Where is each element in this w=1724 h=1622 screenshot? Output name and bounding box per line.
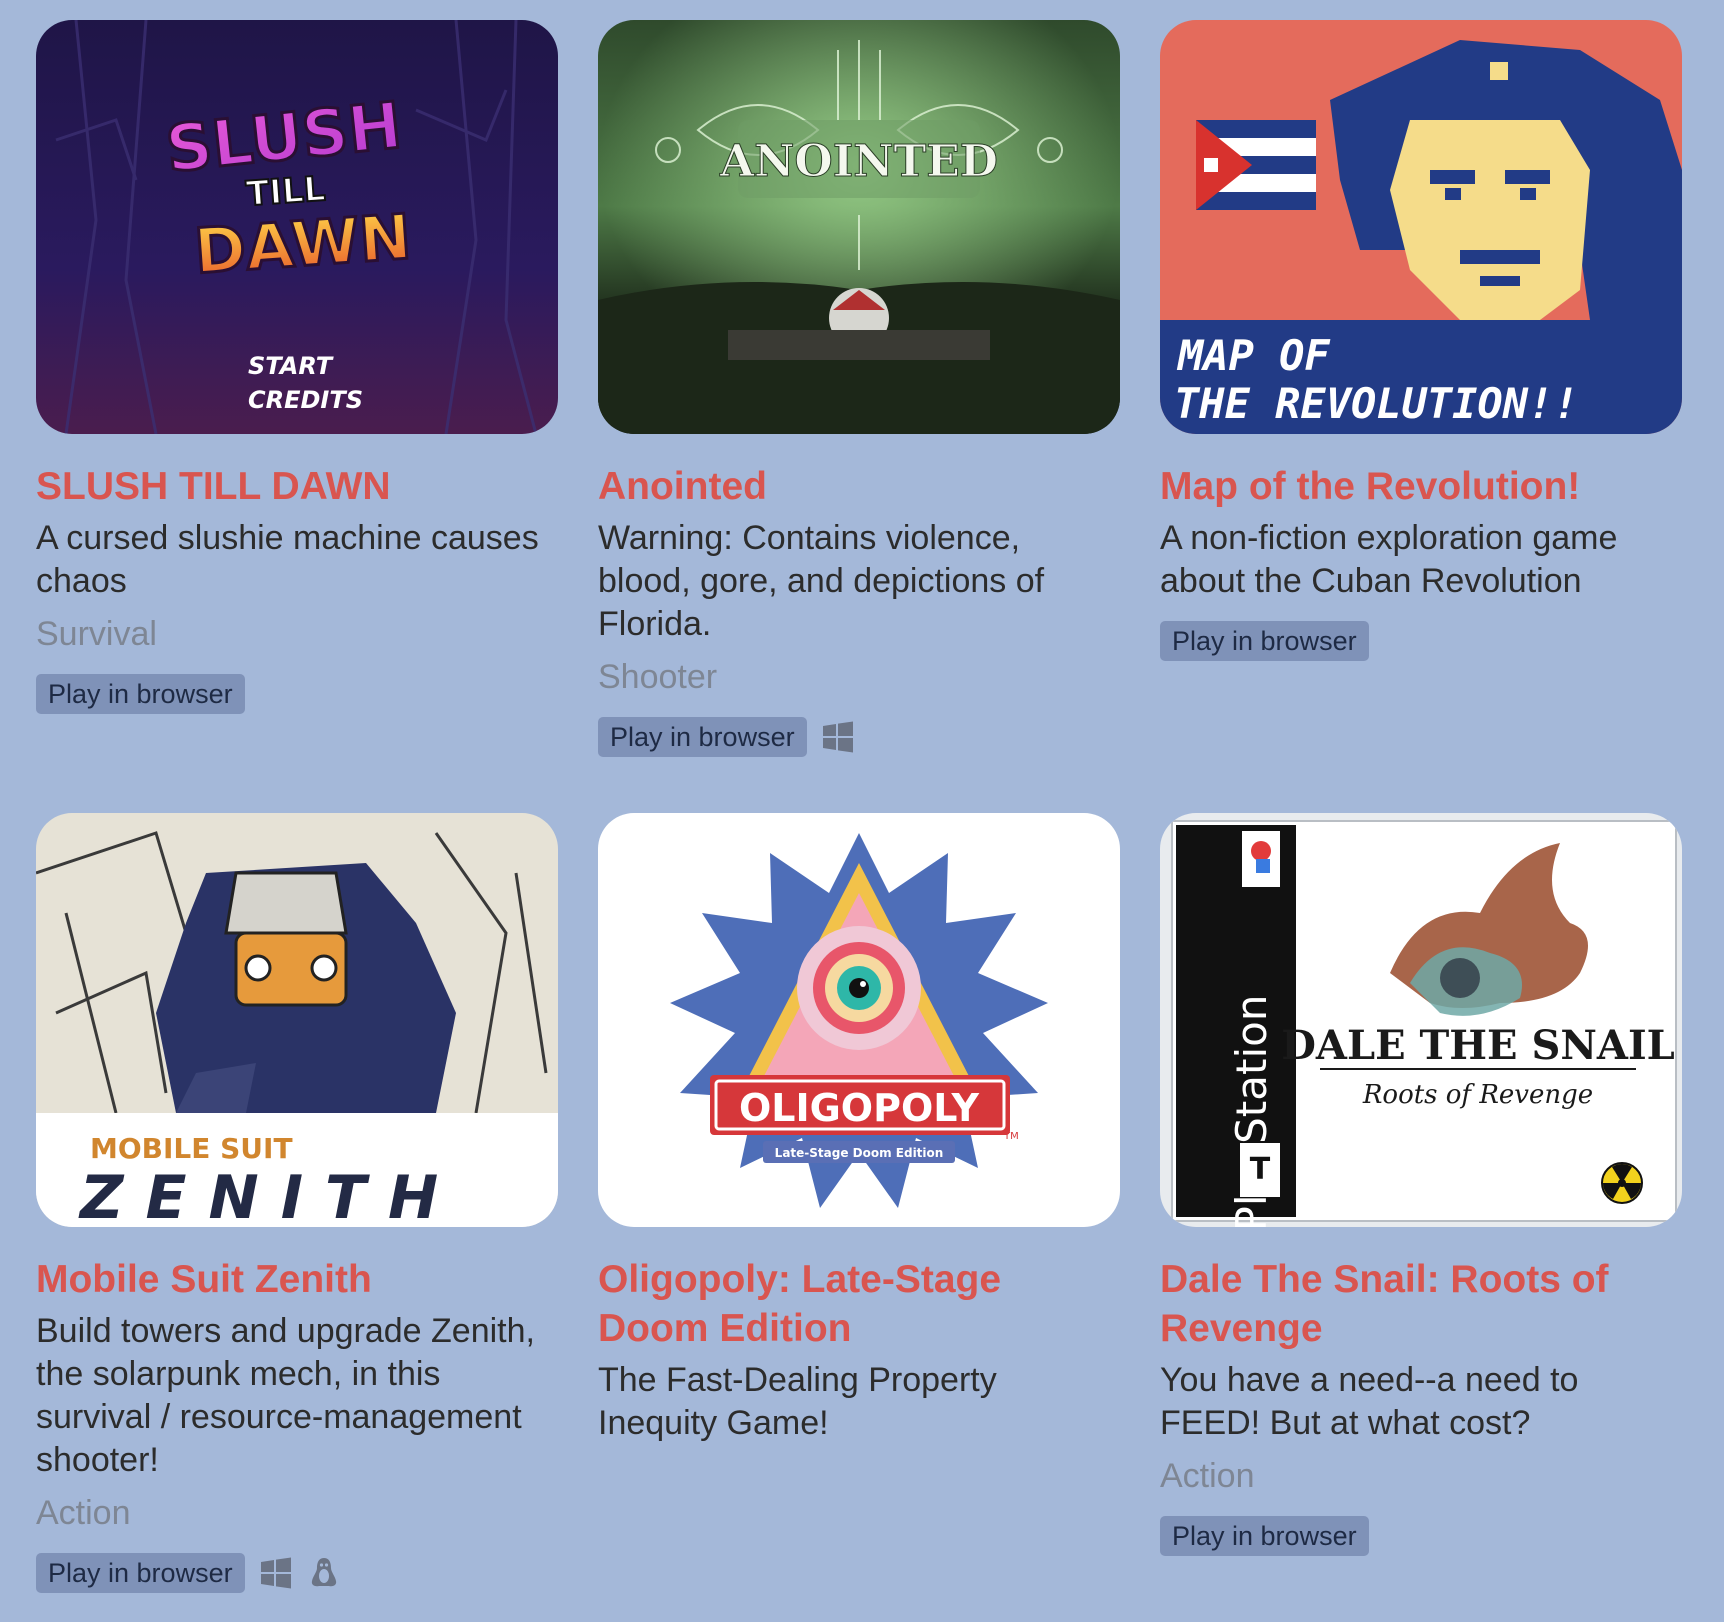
game-card: PlayStation T DALE THE SNAIL Roots of Re… <box>1160 813 1682 1556</box>
game-card: MAP OF THE REVOLUTION!! Map of the Revol… <box>1160 20 1682 661</box>
game-genre[interactable]: Shooter <box>598 656 1120 699</box>
game-thumbnail[interactable]: PlayStation T DALE THE SNAIL Roots of Re… <box>1160 813 1682 1227</box>
svg-text:DAWN: DAWN <box>192 200 414 288</box>
svg-text:TM: TM <box>1003 1131 1019 1142</box>
windows-icon <box>260 1557 291 1589</box>
platform-row: Play in browser <box>36 1553 558 1593</box>
linux-icon <box>311 1558 336 1587</box>
game-thumbnail[interactable]: MOBILE SUIT ZENITH <box>36 813 558 1227</box>
play-in-browser-button[interactable]: Play in browser <box>1160 621 1369 661</box>
cover-image: ANOINTED <box>598 20 1120 434</box>
platform-row: Play in browser <box>1160 621 1682 661</box>
game-genre[interactable]: Action <box>36 1492 558 1535</box>
game-description: The Fast-Dealing Property Inequity Game! <box>598 1361 997 1442</box>
svg-text:CREDITS: CREDITS <box>248 386 363 414</box>
game-grid: SLUSH TILL DAWN START CREDITS SLUSH TILL… <box>36 20 1682 1620</box>
game-card: OLIGOPOLY Late-Stage Doom Edition TM Oli… <box>598 813 1120 1445</box>
game-thumbnail[interactable]: ANOINTED <box>598 20 1120 434</box>
game-description: Build towers and upgrade Zenith, the sol… <box>36 1312 535 1479</box>
play-in-browser-button[interactable]: Play in browser <box>598 717 807 757</box>
svg-text:T: T <box>1250 1152 1271 1187</box>
game-thumbnail[interactable]: SLUSH TILL DAWN START CREDITS <box>36 20 558 434</box>
play-in-browser-button[interactable]: Play in browser <box>1160 1516 1369 1556</box>
cover-image: MAP OF THE REVOLUTION!! <box>1160 20 1682 434</box>
platform-row: Play in browser <box>1160 1516 1682 1556</box>
svg-text:ANOINTED: ANOINTED <box>719 136 998 187</box>
game-description: You have a need--a need to FEED! But at … <box>1160 1361 1579 1442</box>
cover-image: PlayStation T DALE THE SNAIL Roots of Re… <box>1160 813 1682 1227</box>
game-title[interactable]: SLUSH TILL DAWN <box>36 462 558 511</box>
game-thumbnail[interactable]: OLIGOPOLY Late-Stage Doom Edition TM <box>598 813 1120 1227</box>
platform-row: Play in browser <box>598 717 1120 757</box>
game-title[interactable]: Anointed <box>598 462 1120 511</box>
platform-row: Play in browser <box>36 674 558 714</box>
svg-text:MOBILE SUIT: MOBILE SUIT <box>90 1132 293 1165</box>
svg-text:THE REVOLUTION!!: THE REVOLUTION!! <box>1174 379 1579 428</box>
game-title[interactable]: Oligopoly: Late-Stage Doom Edition <box>598 1255 1120 1353</box>
cover-image: MOBILE SUIT ZENITH <box>36 813 558 1227</box>
game-card: SLUSH TILL DAWN START CREDITS SLUSH TILL… <box>36 20 558 714</box>
game-title[interactable]: Mobile Suit Zenith <box>36 1255 558 1304</box>
play-in-browser-button[interactable]: Play in browser <box>36 674 245 714</box>
game-title[interactable]: Map of the Revolution! <box>1160 462 1682 511</box>
game-thumbnail[interactable]: MAP OF THE REVOLUTION!! <box>1160 20 1682 434</box>
game-genre[interactable]: Survival <box>36 613 558 656</box>
cover-image: SLUSH TILL DAWN START CREDITS <box>36 20 558 434</box>
cover-image: OLIGOPOLY Late-Stage Doom Edition TM <box>598 813 1120 1227</box>
svg-text:Late-Stage Doom Edition: Late-Stage Doom Edition <box>775 1146 944 1160</box>
svg-text:Roots of Revenge: Roots of Revenge <box>1362 1080 1593 1110</box>
svg-text:START: START <box>248 352 334 380</box>
game-description: A non-fiction exploration game about the… <box>1160 519 1618 600</box>
game-genre[interactable]: Action <box>1160 1455 1682 1498</box>
svg-text:MAP OF: MAP OF <box>1176 331 1330 380</box>
svg-text:OLIGOPOLY: OLIGOPOLY <box>739 1086 980 1130</box>
play-in-browser-button[interactable]: Play in browser <box>36 1553 245 1593</box>
svg-text:ZENITH: ZENITH <box>78 1163 460 1227</box>
game-card: MOBILE SUIT ZENITH Mobile Suit Zenith Bu… <box>36 813 558 1593</box>
game-description: Warning: Contains violence, blood, gore,… <box>598 519 1045 643</box>
game-card: ANOINTED Anointed Warning: Contains viol… <box>598 20 1120 757</box>
svg-text:DALE THE SNAIL: DALE THE SNAIL <box>1281 1022 1675 1069</box>
game-title[interactable]: Dale The Snail: Roots of Revenge <box>1160 1255 1682 1353</box>
game-description: A cursed slushie machine causes chaos <box>36 519 539 600</box>
windows-icon <box>822 721 853 753</box>
